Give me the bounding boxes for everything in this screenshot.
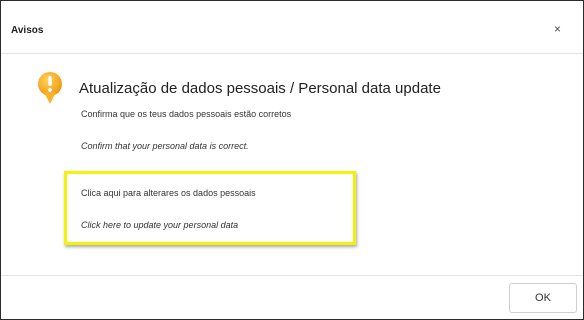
dialog-heading: Atualização de dados pessoais / Personal… [79, 80, 441, 97]
ok-button[interactable]: OK [509, 283, 577, 313]
dialog-title: Avisos [11, 25, 44, 36]
dialog-header: Avisos × [1, 1, 583, 54]
confirm-text-en: Confirm that your personal data is corre… [81, 141, 249, 151]
update-data-link-pt[interactable]: Clica aqui para alterares os dados pesso… [81, 188, 256, 198]
notice-dialog: Avisos × Atualização de dados pessoais /… [0, 0, 584, 320]
confirm-text-pt: Confirma que os teus dados pessoais estã… [81, 109, 292, 119]
warning-icon [38, 72, 62, 104]
dialog-footer-divider [1, 275, 583, 276]
update-data-link-en[interactable]: Click here to update your personal data [81, 220, 238, 230]
close-icon[interactable]: × [554, 22, 561, 36]
update-data-link-box[interactable]: Clica aqui para alterares os dados pesso… [64, 171, 356, 245]
